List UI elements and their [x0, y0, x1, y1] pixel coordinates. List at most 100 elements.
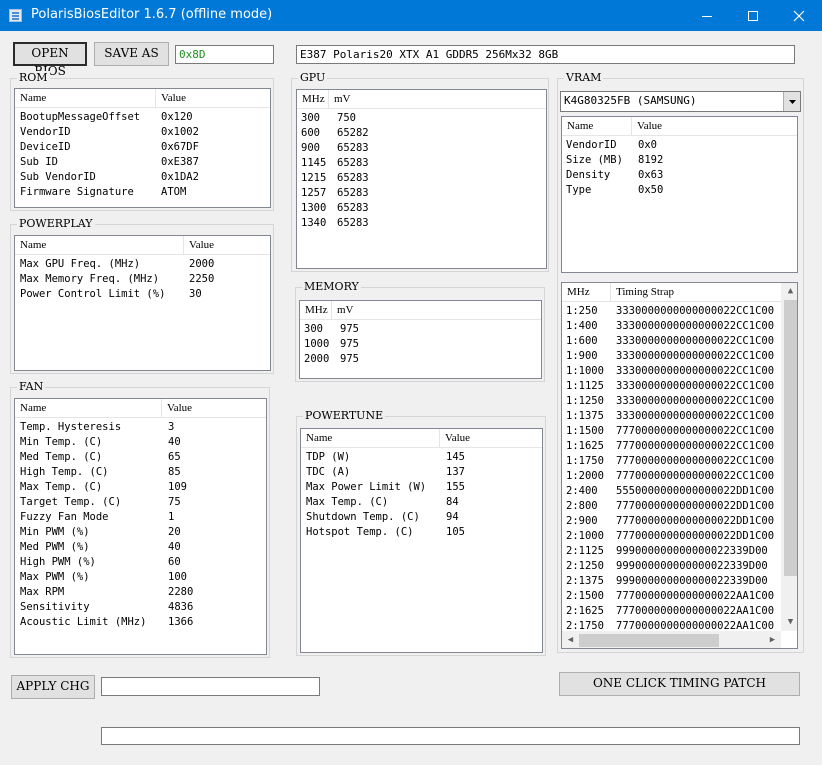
row-name-cell[interactable]: Max Temp. (C)	[306, 496, 388, 508]
row-value-cell[interactable]: 30	[189, 288, 202, 300]
row-value-cell[interactable]: 85	[168, 466, 181, 478]
row-value-cell[interactable]: 75	[168, 496, 181, 508]
row-value-cell[interactable]: 105	[446, 526, 465, 538]
column-header-name[interactable]: Name	[15, 236, 184, 255]
row-name-cell[interactable]: 1340	[301, 217, 326, 229]
row-value-cell[interactable]: 975	[340, 353, 359, 365]
row-name-cell[interactable]: Hotspot Temp. (C)	[306, 526, 413, 538]
row-name-cell[interactable]: Power Control Limit (%)	[20, 288, 165, 300]
row-value-cell[interactable]: 84	[446, 496, 459, 508]
row-name-cell[interactable]: VendorID	[20, 126, 71, 138]
row-value-cell[interactable]: 65283	[337, 187, 369, 199]
row-name-cell[interactable]: 2:1500	[566, 590, 604, 602]
column-header-mhz[interactable]: MHz	[300, 301, 332, 320]
row-name-cell[interactable]: Med PWM (%)	[20, 541, 90, 553]
row-value-cell[interactable]: 155	[446, 481, 465, 493]
column-header-name[interactable]: Name	[301, 429, 440, 448]
row-value-cell[interactable]: 3330000000000000022CC1C00	[616, 410, 774, 422]
row-name-cell[interactable]: Sensitivity	[20, 601, 90, 613]
row-value-cell[interactable]: 7770000000000000022AA1C00	[616, 605, 774, 617]
row-value-cell[interactable]: 40	[168, 436, 181, 448]
horizontal-scrollbar[interactable]: ◀ ▶	[562, 631, 781, 648]
row-name-cell[interactable]: TDC (A)	[306, 466, 350, 478]
row-name-cell[interactable]: 1:900	[566, 350, 598, 362]
row-name-cell[interactable]: DeviceID	[20, 141, 71, 153]
row-name-cell[interactable]: Med Temp. (C)	[20, 451, 102, 463]
column-header-mv[interactable]: mV	[332, 301, 541, 320]
row-value-cell[interactable]: 3330000000000000022CC1C00	[616, 350, 774, 362]
row-name-cell[interactable]: 2000	[304, 353, 329, 365]
row-value-cell[interactable]: 3330000000000000022CC1C00	[616, 320, 774, 332]
row-value-cell[interactable]: 40	[168, 541, 181, 553]
row-value-cell[interactable]: 750	[337, 112, 356, 124]
row-value-cell[interactable]: 7770000000000000022CC1C00	[616, 470, 774, 482]
row-name-cell[interactable]: TDP (W)	[306, 451, 350, 463]
row-name-cell[interactable]: Max Power Limit (W)	[306, 481, 426, 493]
row-value-cell[interactable]: 7770000000000000022AA1C00	[616, 590, 774, 602]
dropdown-button[interactable]	[783, 92, 800, 111]
row-name-cell[interactable]: 1:2000	[566, 470, 604, 482]
one-click-timing-patch-button[interactable]: ONE CLICK TIMING PATCH	[559, 672, 800, 696]
row-value-cell[interactable]: 999000000000000022339D00	[616, 560, 768, 572]
row-value-cell[interactable]: 7770000000000000022CC1C00	[616, 425, 774, 437]
column-header-value[interactable]: Value	[632, 117, 797, 136]
memory-table[interactable]: MHz mV 300 975 1000 975 2000 975	[299, 300, 542, 379]
row-value-cell[interactable]: 975	[340, 338, 359, 350]
scroll-right-icon[interactable]: ▶	[764, 632, 781, 648]
row-value-cell[interactable]: 999000000000000022339D00	[616, 545, 768, 557]
row-name-cell[interactable]: Min Temp. (C)	[20, 436, 102, 448]
row-value-cell[interactable]: 0x1002	[161, 126, 199, 138]
row-name-cell[interactable]: 900	[301, 142, 320, 154]
row-name-cell[interactable]: 600	[301, 127, 320, 139]
row-value-cell[interactable]: 3330000000000000022CC1C00	[616, 305, 774, 317]
scrollbar-thumb[interactable]	[579, 634, 719, 647]
row-value-cell[interactable]: 65283	[337, 217, 369, 229]
row-value-cell[interactable]: 94	[446, 511, 459, 523]
column-header-mhz[interactable]: MHz	[562, 283, 611, 302]
row-name-cell[interactable]: 2:1250	[566, 560, 604, 572]
row-value-cell[interactable]: 3330000000000000022CC1C00	[616, 395, 774, 407]
powerplay-table[interactable]: Name Value Max GPU Freq. (MHz) 2000 Max Me…	[14, 235, 271, 371]
row-value-cell[interactable]: 65283	[337, 202, 369, 214]
row-value-cell[interactable]: 0x67DF	[161, 141, 199, 153]
checksum-field[interactable]: 0x8D	[175, 45, 274, 64]
row-value-cell[interactable]: 65283	[337, 157, 369, 169]
row-name-cell[interactable]: 1:1750	[566, 455, 604, 467]
row-value-cell[interactable]: 20	[168, 526, 181, 538]
row-name-cell[interactable]: 2:400	[566, 485, 598, 497]
row-name-cell[interactable]: 300	[301, 112, 320, 124]
row-value-cell[interactable]: 7770000000000000022DD1C00	[616, 530, 774, 542]
fan-table[interactable]: Name Value Temp. Hysteresis 3 Min Temp. (C…	[14, 398, 267, 655]
column-header-value[interactable]: Value	[440, 429, 542, 448]
timing-strap-table[interactable]: MHz Timing Strap 1:250 333000000000000002…	[561, 282, 798, 649]
row-name-cell[interactable]: Max PWM (%)	[20, 571, 90, 583]
row-value-cell[interactable]: 145	[446, 451, 465, 463]
open-bios-button[interactable]: OPEN BIOS	[13, 42, 87, 78]
row-value-cell[interactable]: 1	[168, 511, 174, 523]
row-value-cell[interactable]: 3330000000000000022CC1C00	[616, 365, 774, 377]
row-name-cell[interactable]: 1:1625	[566, 440, 604, 452]
row-value-cell[interactable]: 0x50	[638, 184, 663, 196]
row-value-cell[interactable]: 65	[168, 451, 181, 463]
row-value-cell[interactable]: 7770000000000000022CC1C00	[616, 455, 774, 467]
row-name-cell[interactable]: 300	[304, 323, 323, 335]
row-value-cell[interactable]: 100	[168, 571, 187, 583]
row-name-cell[interactable]: VendorID	[566, 139, 617, 151]
row-name-cell[interactable]: 1145	[301, 157, 326, 169]
row-name-cell[interactable]: 1000	[304, 338, 329, 350]
row-name-cell[interactable]: Density	[566, 169, 610, 181]
row-value-cell[interactable]: 65283	[337, 142, 369, 154]
row-name-cell[interactable]: High PWM (%)	[20, 556, 96, 568]
row-value-cell[interactable]: 65283	[337, 172, 369, 184]
row-value-cell[interactable]: 999000000000000022339D00	[616, 575, 768, 587]
row-name-cell[interactable]: 2:1125	[566, 545, 604, 557]
row-value-cell[interactable]: 7770000000000000022DD1C00	[616, 500, 774, 512]
row-name-cell[interactable]: Temp. Hysteresis	[20, 421, 121, 433]
row-name-cell[interactable]: 1257	[301, 187, 326, 199]
column-header-name[interactable]: Name	[562, 117, 632, 136]
column-header-value[interactable]: Value	[184, 236, 270, 255]
row-value-cell[interactable]: 60	[168, 556, 181, 568]
scroll-up-icon[interactable]: ▲	[782, 283, 797, 300]
row-name-cell[interactable]: 1:400	[566, 320, 598, 332]
row-value-cell[interactable]: 0x1DA2	[161, 171, 199, 183]
